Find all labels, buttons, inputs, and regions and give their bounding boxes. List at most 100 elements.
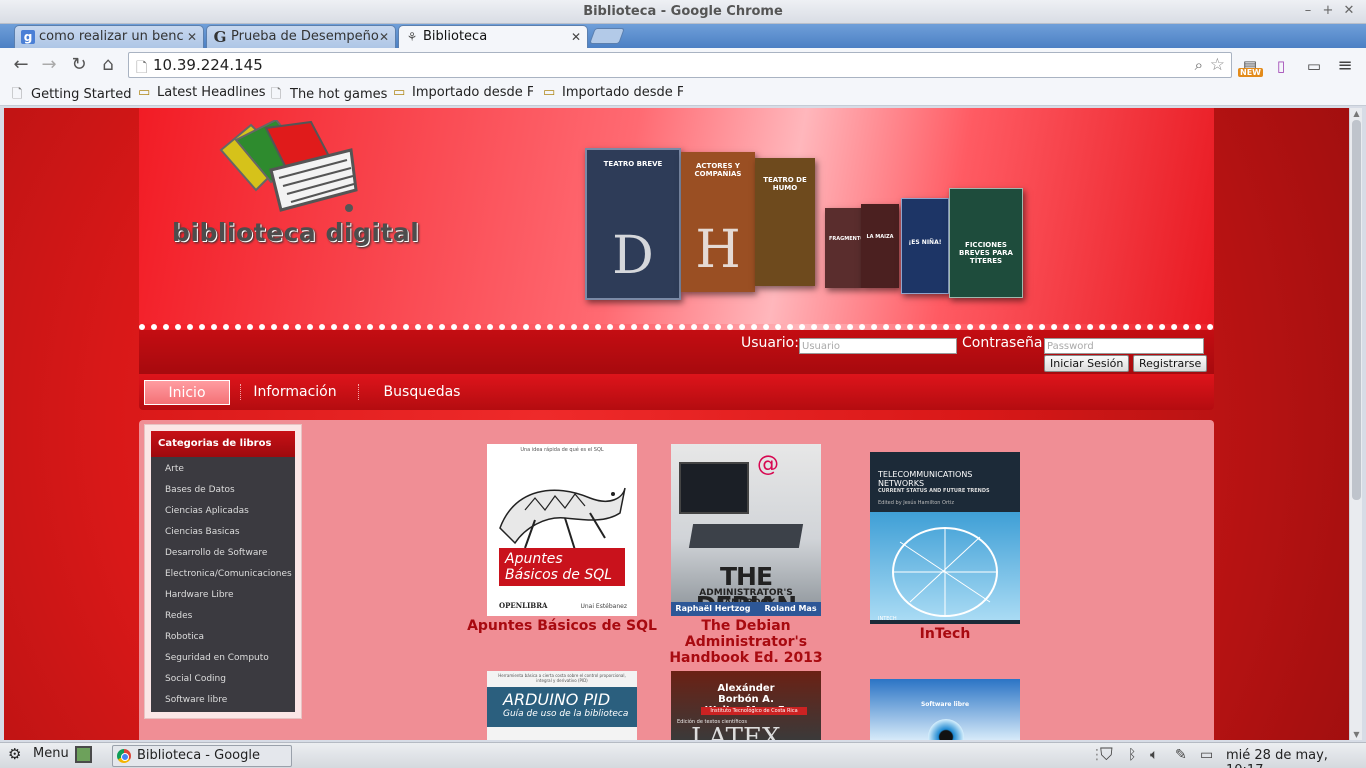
forward-arrow-icon[interactable]: → xyxy=(38,54,60,76)
category-item[interactable]: Ciencias Aplicadas xyxy=(151,501,295,522)
book-cover-software-libre[interactable]: Software libre xyxy=(870,679,1020,740)
bookmark-imported-2[interactable]: ▭ Importado desde Fi xyxy=(543,85,683,100)
volume-icon[interactable]: 🔈︎ xyxy=(1150,747,1158,763)
folder-icon: ▭ xyxy=(393,85,406,100)
password-input[interactable] xyxy=(1044,338,1204,354)
categories-box: Categorias de libros Arte Bases de Datos… xyxy=(151,431,295,712)
cover-title: ARDUINO PID xyxy=(503,690,611,709)
terminal-icon[interactable] xyxy=(75,746,92,763)
close-window-icon[interactable]: ✕ xyxy=(1341,3,1357,19)
book-title-link[interactable]: The Debian Administrator's Handbook Ed. … xyxy=(651,618,841,666)
nav-busquedas[interactable]: Busquedas xyxy=(375,380,469,405)
register-button[interactable]: Registrarse xyxy=(1133,355,1208,372)
header-book-title: TEATRO BREVE xyxy=(603,160,663,168)
categories-panel: Categorias de libros Arte Bases de Datos… xyxy=(144,424,302,719)
taskbar-clock[interactable]: mié 28 de may, 10:17 xyxy=(1226,748,1366,768)
maximize-icon[interactable]: + xyxy=(1320,3,1336,19)
browser-toolbar: ← → ↻ ⌂ 🗋 ⌕ ☆ ▤ NEW ▯ ▭ ≡ xyxy=(0,48,1366,82)
page-viewport: biblioteca digital TEATRO BREVE D ACTORE… xyxy=(4,108,1349,740)
category-item[interactable]: Social Coding xyxy=(151,669,295,690)
category-item[interactable]: Ciencias Basicas xyxy=(151,522,295,543)
tablet-icon xyxy=(688,524,804,548)
gear-icon[interactable]: ⚙ xyxy=(8,745,21,763)
taskbar-window-label: Biblioteca - Google Chr... xyxy=(137,748,260,763)
logo-book-icon xyxy=(219,120,358,212)
book-cover-intech[interactable]: TELECOMMUNICATIONS NETWORKS CURRENT STAT… xyxy=(870,452,1020,624)
reload-icon[interactable]: ↻ xyxy=(68,54,90,76)
page-scrollbar[interactable]: ▲ ▼ xyxy=(1349,108,1362,740)
book-title-link[interactable]: Apuntes Básicos de SQL xyxy=(467,618,657,634)
address-bar[interactable]: 🗋 ⌕ ☆ xyxy=(128,52,1232,78)
satellite-dish-icon xyxy=(870,512,1020,620)
shield-icon[interactable]: ⛉ xyxy=(1100,745,1113,765)
url-input[interactable] xyxy=(153,55,1173,75)
page-icon: 🗋 xyxy=(12,87,23,102)
category-item[interactable]: Electronica/Comunicaciones xyxy=(151,564,295,585)
zoom-magnifier-icon[interactable]: ⌕ xyxy=(1195,56,1203,74)
nav-informacion[interactable]: Información xyxy=(248,380,342,405)
cover-authors: Raphaël Hertzog Roland Mas xyxy=(671,602,821,616)
tab-close-icon[interactable]: ✕ xyxy=(571,26,581,48)
tab-benchmark[interactable]: g como realizar un benc ✕ xyxy=(14,25,204,48)
cover-tagline: Herramienta básica a cierta costa sobre … xyxy=(498,673,626,683)
pen-icon[interactable]: ✎ xyxy=(1175,747,1187,763)
tab-close-icon[interactable]: ✕ xyxy=(187,26,197,48)
bookmark-hot-games[interactable]: 🗋 The hot games xyxy=(271,85,387,107)
battery-icon[interactable]: ▭ xyxy=(1200,747,1213,763)
start-menu-button[interactable]: Menu xyxy=(33,746,69,761)
nav-inicio[interactable]: Inicio xyxy=(144,380,230,405)
category-item[interactable]: Robotica xyxy=(151,627,295,648)
category-item[interactable]: Hardware Libre xyxy=(151,585,295,606)
category-item[interactable]: Redes xyxy=(151,606,295,627)
category-item[interactable]: Arte xyxy=(151,459,295,480)
back-arrow-icon[interactable]: ← xyxy=(10,54,32,76)
taskbar-window-button[interactable]: Biblioteca - Google Chr... xyxy=(112,745,292,767)
header-book-title: ACTORES Y COMPAÑÍAS xyxy=(694,162,742,178)
cast-icon[interactable]: ▭ xyxy=(1303,55,1325,77)
tab-biblioteca[interactable]: ⚘ Biblioteca ✕ xyxy=(398,25,588,48)
header-book-cover: LA MAIZA xyxy=(861,204,899,288)
book-cover-arduino[interactable]: Herramienta básica a cierta costa sobre … xyxy=(487,671,637,740)
book-cover-debian[interactable]: @ THE DEBIAN ADMINISTRATOR'S HANDBOOK Ra… xyxy=(671,444,821,616)
home-icon[interactable]: ⌂ xyxy=(97,54,119,76)
category-item[interactable]: Software libre xyxy=(151,690,295,711)
header-book-cover: FRAGMENTOS xyxy=(825,208,861,288)
folder-icon: ▭ xyxy=(543,85,556,100)
tab-prueba[interactable]: G Prueba de Desempeño ✕ xyxy=(206,25,396,48)
book-title-link[interactable]: InTech xyxy=(850,626,1040,642)
username-input[interactable] xyxy=(799,338,957,354)
scroll-up-icon[interactable]: ▲ xyxy=(1352,109,1361,118)
category-item[interactable]: Bases de Datos xyxy=(151,480,295,501)
bookmark-imported-1[interactable]: ▭ Importado desde Fi xyxy=(393,85,533,100)
bluetooth-icon[interactable]: ᛒ xyxy=(1128,747,1136,763)
site-logo-text: biblioteca digital xyxy=(172,218,420,247)
bookmark-getting-started[interactable]: 🗋 Getting Started xyxy=(12,85,132,107)
category-item[interactable]: Seguridad en Computo xyxy=(151,648,295,669)
book-cover-sql[interactable]: Una idea rápida de qué es el SQL Apuntes… xyxy=(487,444,637,616)
new-tab-button[interactable] xyxy=(589,28,625,44)
debian-swirl-icon: @ xyxy=(757,452,779,477)
bookmark-star-icon[interactable]: ☆ xyxy=(1210,55,1225,75)
cover-title: LATEX xyxy=(691,723,781,740)
category-item[interactable]: Desarrollo de Software xyxy=(151,543,295,564)
window-title: Biblioteca - Google Chrome xyxy=(583,4,783,19)
tab-close-icon[interactable]: ✕ xyxy=(379,26,389,48)
page-icon: 🗋 xyxy=(271,87,282,102)
book-cover-latex[interactable]: Alexánder Borbón A. Walter Mora F. Insti… xyxy=(671,671,821,740)
bookmark-latest-headlines[interactable]: ▭ Latest Headlines xyxy=(138,85,266,100)
menu-hamburger-icon[interactable]: ≡ xyxy=(1334,55,1356,77)
minimize-icon[interactable]: – xyxy=(1300,3,1316,19)
scroll-down-icon[interactable]: ▼ xyxy=(1352,730,1361,739)
laptop-screen-icon xyxy=(679,462,749,514)
extension-phone-icon[interactable]: ▯ xyxy=(1270,55,1292,77)
google-g-icon: g xyxy=(21,30,35,44)
cover-title: TELECOMMUNICATIONS NETWORKS xyxy=(878,470,973,488)
main-nav: Inicio Información Busquedas xyxy=(139,374,1214,410)
window-titlebar: Biblioteca - Google Chrome – + ✕ xyxy=(0,0,1366,24)
new-badge: NEW xyxy=(1238,68,1263,77)
tab-label: Prueba de Desempeño xyxy=(231,29,379,44)
scrollbar-thumb[interactable] xyxy=(1352,120,1361,500)
tab-strip: g como realizar un benc ✕ G Prueba de De… xyxy=(0,24,1366,48)
header-book-cover: TEATRO DE HUMO xyxy=(755,158,815,286)
login-button[interactable]: Iniciar Sesión xyxy=(1044,355,1130,372)
